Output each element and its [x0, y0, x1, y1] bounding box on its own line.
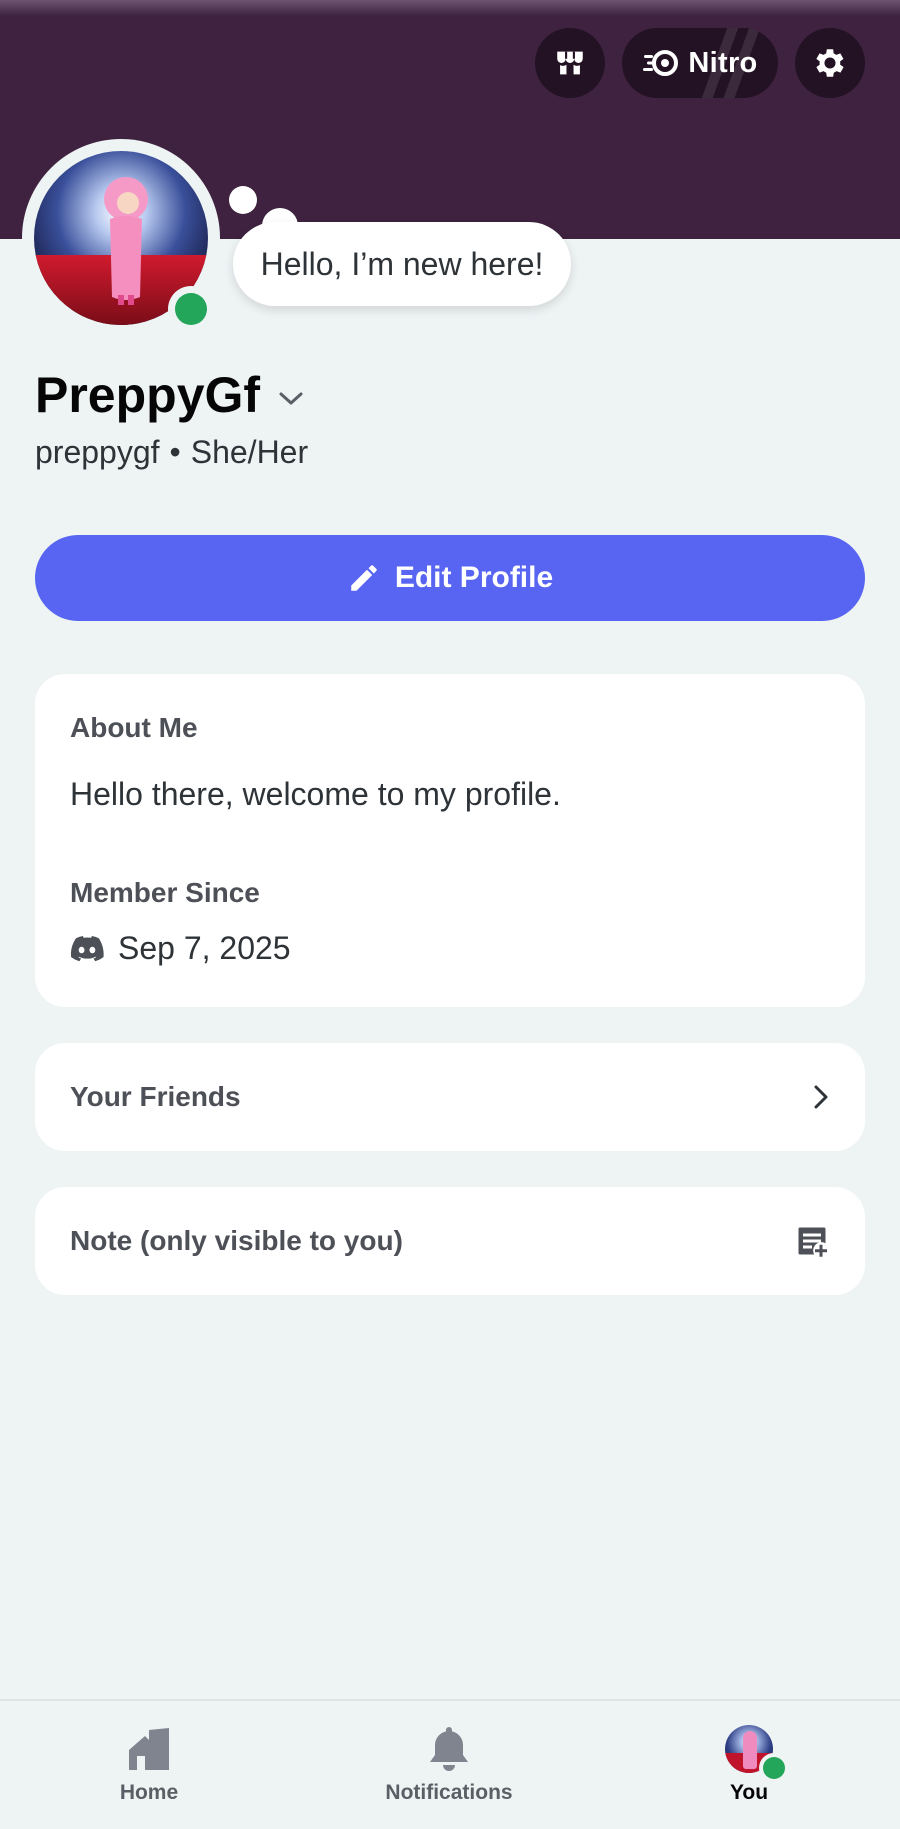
nav-notifications-label: Notifications	[385, 1781, 513, 1804]
member-since-row: Sep 7, 2025	[70, 930, 291, 967]
add-note-icon	[798, 1227, 827, 1257]
custom-status-text: Hello, I’m new here!	[260, 245, 544, 282]
custom-status-bubble[interactable]: Hello, I’m new here!	[233, 222, 571, 306]
nitro-button[interactable]: Nitro	[622, 28, 778, 98]
note-label: Note (only visible to you)	[70, 1225, 403, 1256]
username-pronouns: preppygf • She/Her	[35, 434, 308, 471]
settings-button[interactable]	[795, 28, 865, 98]
nav-notifications[interactable]: Notifications	[349, 1701, 549, 1829]
nitro-label: Nitro	[688, 46, 758, 79]
online-status-indicator	[759, 1753, 789, 1783]
nav-you-label: You	[729, 1781, 769, 1804]
about-card: About Me Hello there, welcome to my prof…	[35, 674, 865, 1007]
your-friends-label: Your Friends	[70, 1081, 241, 1112]
gear-icon	[816, 49, 844, 77]
discord-icon	[70, 935, 104, 961]
pronouns: She/Her	[190, 434, 309, 470]
nav-you[interactable]: You	[649, 1701, 849, 1829]
pencil-icon	[351, 565, 377, 591]
about-heading: About Me	[70, 712, 198, 743]
edit-profile-button[interactable]: Edit Profile	[35, 535, 865, 621]
member-since-heading: Member Since	[70, 877, 260, 908]
avatar-figure	[104, 177, 148, 305]
mini-avatar-figure	[743, 1731, 757, 1769]
chevron-down-icon	[279, 392, 303, 405]
edit-profile-label: Edit Profile	[394, 561, 554, 594]
account-switcher[interactable]: PreppyGf	[35, 366, 304, 424]
chevron-right-icon	[814, 1085, 828, 1109]
bottom-navigation: Home Notifications You	[0, 1699, 900, 1829]
home-icon	[129, 1728, 169, 1770]
display-name: PreppyGf	[35, 367, 261, 423]
nitro-icon	[643, 50, 679, 76]
bell-icon	[430, 1727, 468, 1771]
note-row[interactable]: Note (only visible to you)	[35, 1187, 865, 1295]
nav-home[interactable]: Home	[49, 1701, 249, 1829]
shop-button[interactable]	[535, 28, 605, 98]
separator-dot: •	[169, 434, 181, 470]
online-status-indicator	[168, 286, 214, 332]
thought-bubble-dot-small	[229, 186, 257, 214]
username: preppygf	[35, 434, 160, 470]
nav-home-label: Home	[119, 1781, 179, 1804]
about-text: Hello there, welcome to my profile.	[70, 776, 561, 812]
your-friends-row[interactable]: Your Friends	[35, 1043, 865, 1151]
shop-icon	[557, 51, 583, 75]
member-since-date: Sep 7, 2025	[118, 930, 291, 966]
